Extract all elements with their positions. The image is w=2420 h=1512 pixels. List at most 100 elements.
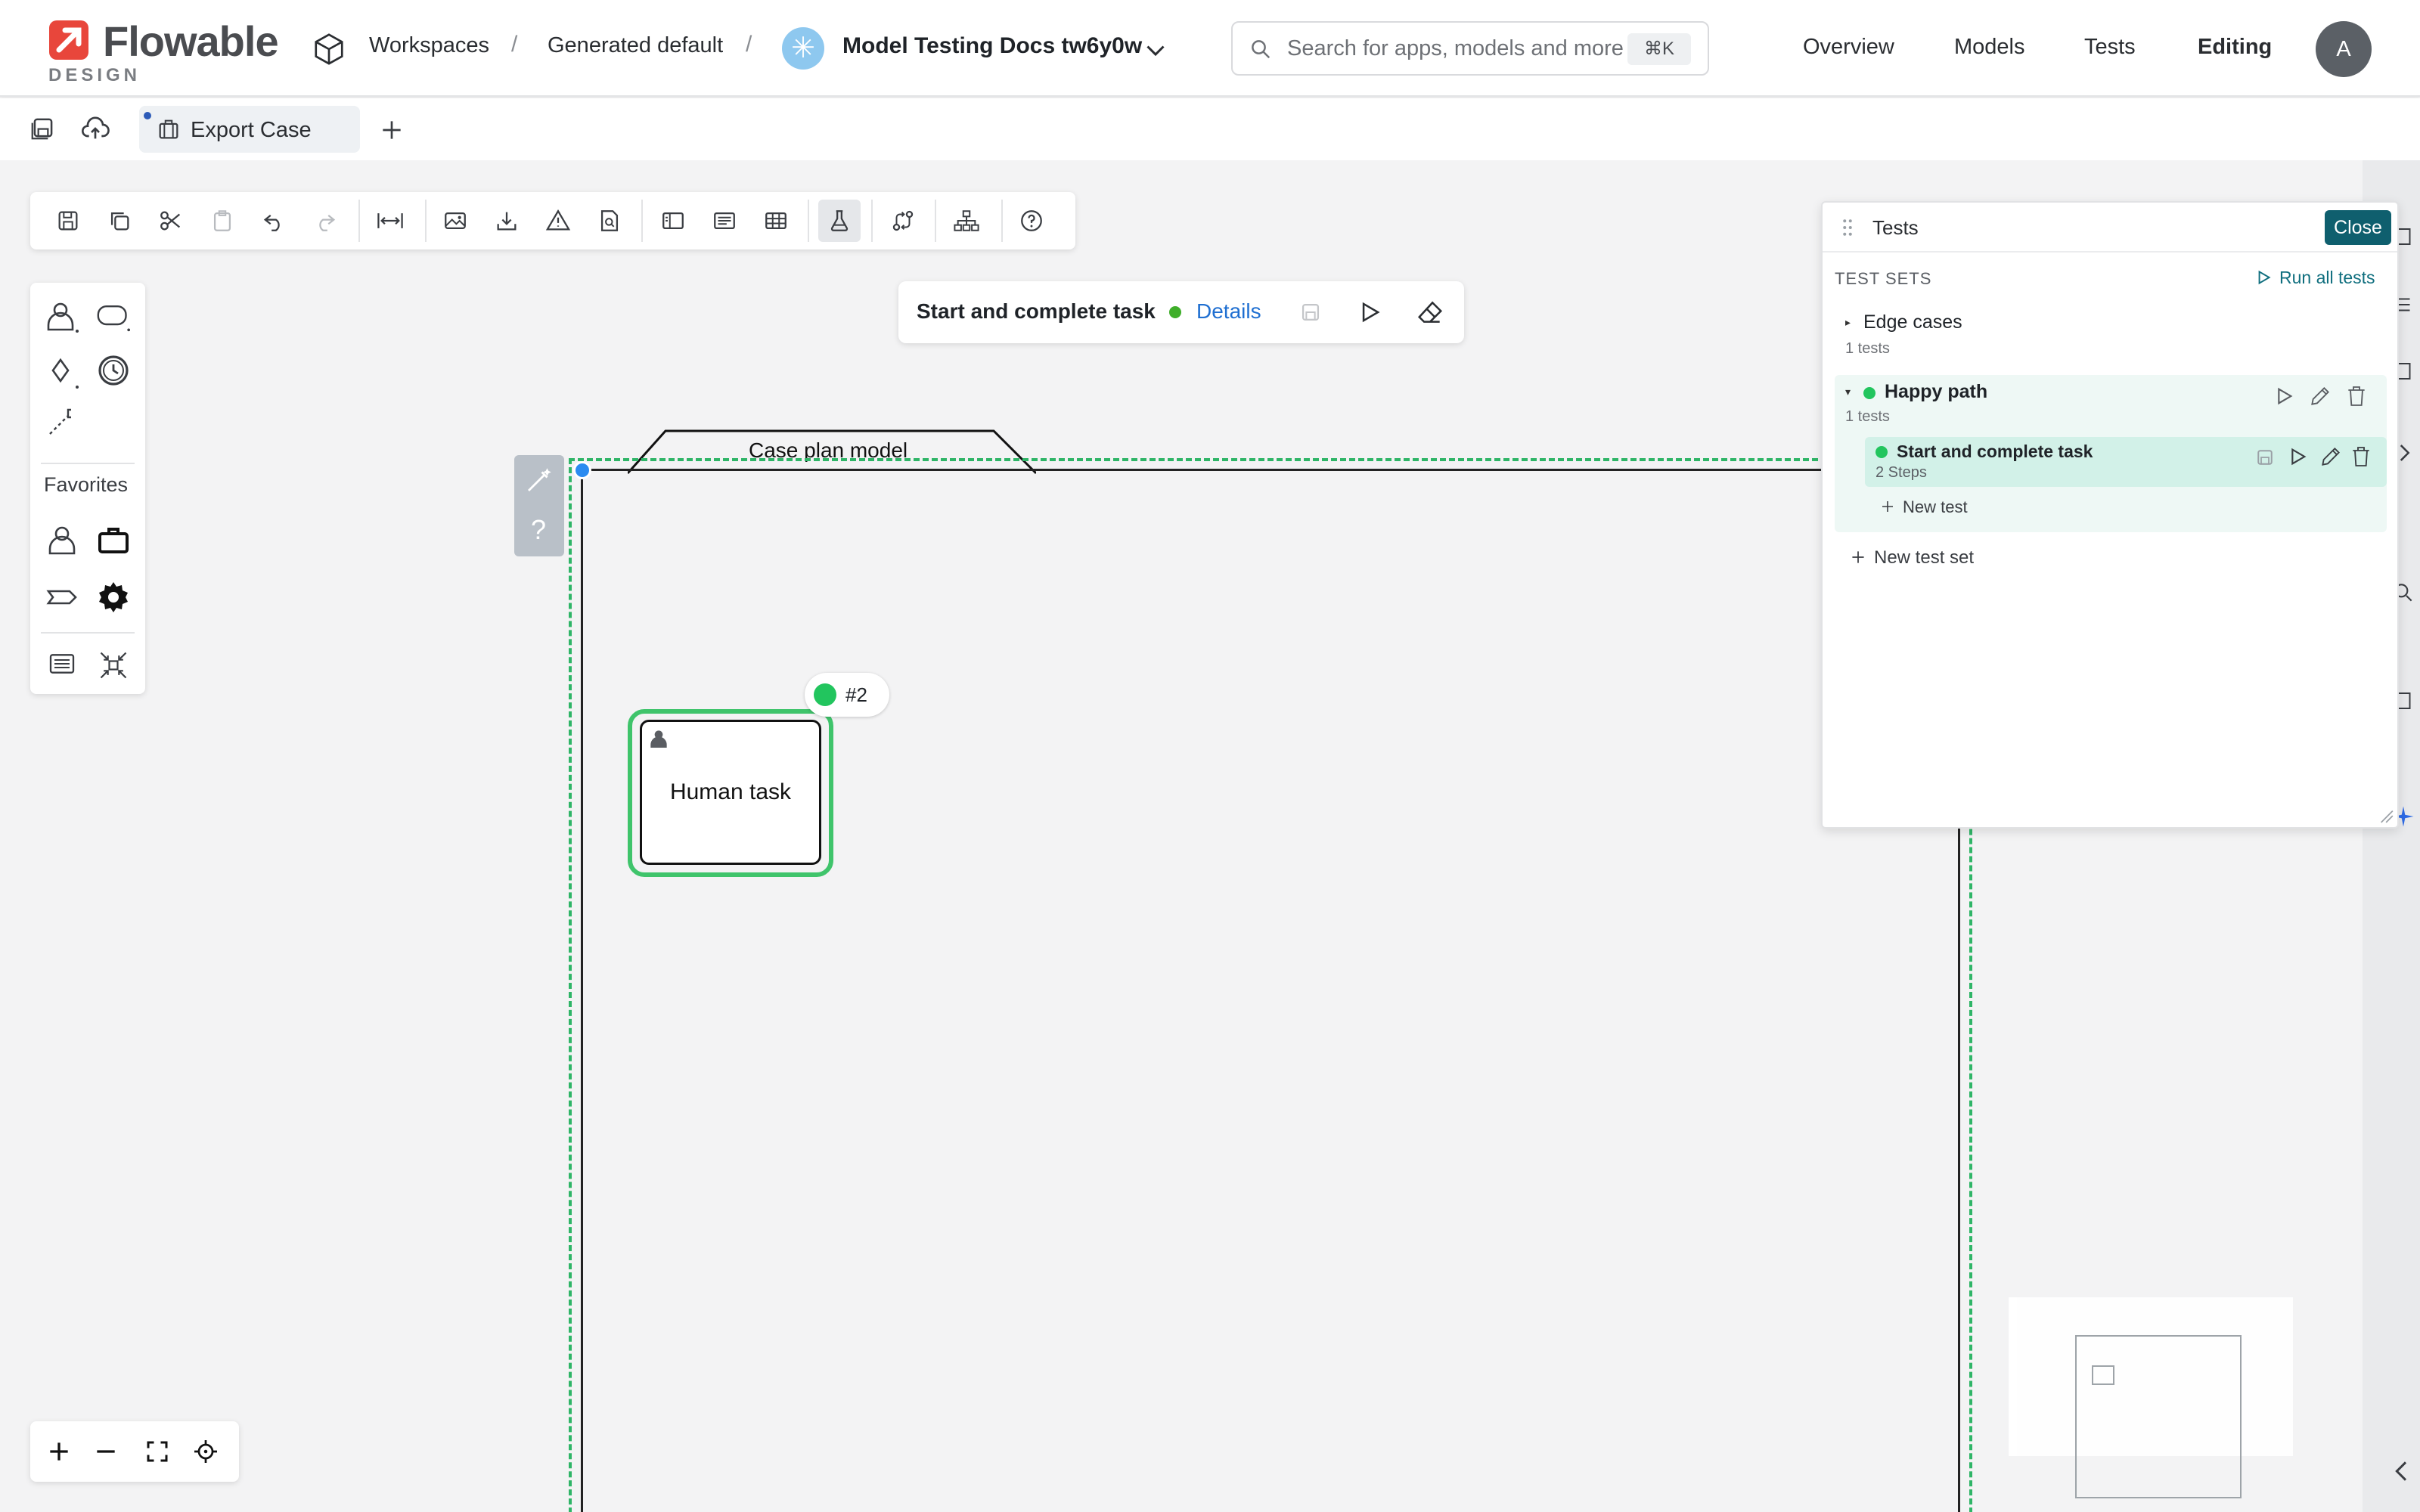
toolbar-divider bbox=[808, 200, 809, 242]
element-palette: Favorites bbox=[30, 283, 145, 694]
resize-handle[interactable] bbox=[573, 461, 591, 479]
favorite-case-icon[interactable] bbox=[95, 522, 132, 558]
save-all-icon[interactable] bbox=[29, 113, 57, 142]
tab-export-case[interactable]: Export Case bbox=[139, 106, 360, 153]
image-icon bbox=[445, 212, 466, 230]
test-step-badge[interactable]: #2 bbox=[805, 673, 889, 717]
add-tab-icon[interactable] bbox=[377, 115, 407, 145]
case-plan-model[interactable] bbox=[581, 469, 1960, 1512]
validation-button[interactable] bbox=[537, 200, 579, 242]
save-icon bbox=[58, 211, 78, 231]
test-set-edge-cases[interactable]: ▸ Edge cases 1 tests bbox=[1838, 311, 2382, 360]
test-steps-count: 2 Steps bbox=[1876, 464, 1927, 481]
collapse-palette-icon[interactable] bbox=[97, 649, 130, 682]
trash-icon[interactable] bbox=[2349, 445, 2373, 469]
chevron-down-icon[interactable] bbox=[1142, 36, 1169, 64]
toolbar-divider bbox=[1001, 200, 1003, 242]
paste-button[interactable] bbox=[201, 200, 244, 242]
run-all-tests-button[interactable]: Run all tests bbox=[2254, 266, 2394, 292]
center-icon[interactable] bbox=[192, 1438, 219, 1465]
play-icon[interactable] bbox=[2285, 445, 2310, 469]
inspect-button[interactable] bbox=[588, 200, 631, 242]
save-icon[interactable] bbox=[2254, 446, 2276, 469]
fit-to-screen-icon[interactable] bbox=[144, 1438, 171, 1465]
magic-wand-icon[interactable] bbox=[523, 464, 555, 496]
redo-icon bbox=[319, 215, 336, 231]
edit-icon[interactable] bbox=[2319, 445, 2343, 469]
connector-palette-icon[interactable] bbox=[44, 404, 80, 440]
save-test-icon[interactable] bbox=[1298, 299, 1323, 325]
list-palette-icon[interactable] bbox=[45, 649, 79, 679]
favorite-service-task-icon[interactable] bbox=[95, 579, 132, 615]
nav-tests[interactable]: Tests bbox=[2084, 35, 2136, 60]
nav-models[interactable]: Models bbox=[1954, 35, 2025, 60]
breadcrumb-workspace[interactable]: Generated default bbox=[548, 33, 723, 58]
top-header: Flowable DESIGN Workspaces / Generated d… bbox=[0, 0, 2420, 97]
resize-corner-icon[interactable] bbox=[2375, 804, 2394, 824]
test-start-and-complete-task[interactable]: Start and complete task 2 Steps bbox=[1865, 437, 2387, 487]
test-set-name: Edge cases bbox=[1863, 311, 1962, 333]
test-set-count: 1 tests bbox=[1845, 408, 1890, 425]
nav-overview[interactable]: Overview bbox=[1803, 35, 1894, 60]
play-icon[interactable] bbox=[1355, 298, 1384, 327]
close-button[interactable]: Close bbox=[2325, 210, 2391, 245]
sentry-palette-icon[interactable] bbox=[44, 354, 80, 390]
favorite-milestone-icon[interactable] bbox=[44, 579, 80, 615]
toolbar-divider bbox=[871, 200, 873, 242]
flowable-logo[interactable]: Flowable DESIGN bbox=[47, 15, 289, 88]
panel-button[interactable] bbox=[652, 200, 694, 242]
context-help-icon[interactable]: ? bbox=[531, 514, 546, 546]
toolbar-divider bbox=[641, 200, 643, 242]
user-avatar[interactable]: A bbox=[2316, 21, 2372, 77]
timer-palette-icon[interactable] bbox=[95, 352, 132, 389]
nav-editing[interactable]: Editing bbox=[2198, 35, 2272, 60]
download-button[interactable] bbox=[486, 200, 528, 242]
save-button[interactable] bbox=[47, 200, 89, 242]
zoom-out-icon[interactable] bbox=[91, 1436, 121, 1467]
new-test-set-button[interactable]: New test set bbox=[1848, 543, 2030, 573]
human-task-palette-icon[interactable] bbox=[44, 298, 80, 334]
plus-icon bbox=[1882, 501, 1893, 512]
cut-button[interactable] bbox=[150, 200, 192, 242]
global-search[interactable]: Search for apps, models and more ⌘K bbox=[1231, 21, 1709, 76]
search-input[interactable]: Search for apps, models and more bbox=[1287, 36, 1624, 61]
fit-width-button[interactable] bbox=[369, 200, 411, 242]
redo-button[interactable] bbox=[304, 200, 346, 242]
test-details-link[interactable]: Details bbox=[1196, 299, 1261, 324]
drag-handle-icon[interactable] bbox=[1836, 216, 1859, 239]
download-icon bbox=[497, 212, 517, 231]
help-button[interactable] bbox=[1010, 200, 1053, 242]
edit-icon[interactable] bbox=[2308, 384, 2332, 408]
test-status-dot bbox=[1876, 446, 1888, 458]
zoom-controls bbox=[30, 1421, 239, 1482]
resize-icon bbox=[377, 213, 403, 228]
new-test-button[interactable]: New test bbox=[1879, 494, 2030, 522]
undo-button[interactable] bbox=[253, 200, 295, 242]
copy-button[interactable] bbox=[98, 200, 141, 242]
tests-panel: Tests Close TEST SETS Run all tests ▸ Ed… bbox=[1821, 201, 2399, 829]
test-set-name: Happy path bbox=[1885, 381, 1988, 402]
zoom-in-icon[interactable] bbox=[44, 1436, 74, 1467]
active-test-name: Start and complete task bbox=[917, 299, 1156, 323]
eraser-icon[interactable] bbox=[1416, 298, 1444, 327]
hierarchy-button[interactable] bbox=[945, 200, 988, 242]
table-button[interactable] bbox=[755, 200, 797, 242]
minimap-element bbox=[2092, 1365, 2114, 1385]
chevron-left-icon[interactable] bbox=[2387, 1456, 2417, 1486]
breadcrumb-workspaces[interactable]: Workspaces bbox=[369, 33, 489, 58]
test-set-happy-path[interactable]: ▾ Happy path 1 tests bbox=[1838, 380, 2382, 428]
form-button[interactable] bbox=[703, 200, 746, 242]
tests-toggle-button[interactable] bbox=[818, 200, 861, 242]
flow-button[interactable] bbox=[882, 200, 924, 242]
stage-palette-icon[interactable] bbox=[95, 299, 132, 333]
cloud-upload-icon[interactable] bbox=[80, 113, 110, 144]
play-icon[interactable] bbox=[2272, 384, 2296, 408]
export-image-button[interactable] bbox=[434, 200, 476, 242]
minimap-viewport[interactable] bbox=[2075, 1335, 2242, 1498]
model-name-dropdown[interactable]: Model Testing Docs tw6y0w bbox=[842, 33, 1142, 59]
favorite-human-task-icon[interactable] bbox=[44, 522, 80, 558]
human-task-element[interactable]: Human task bbox=[640, 720, 821, 865]
human-task-label: Human task bbox=[669, 779, 792, 804]
minimap[interactable] bbox=[2009, 1297, 2293, 1498]
trash-icon[interactable] bbox=[2344, 384, 2369, 408]
